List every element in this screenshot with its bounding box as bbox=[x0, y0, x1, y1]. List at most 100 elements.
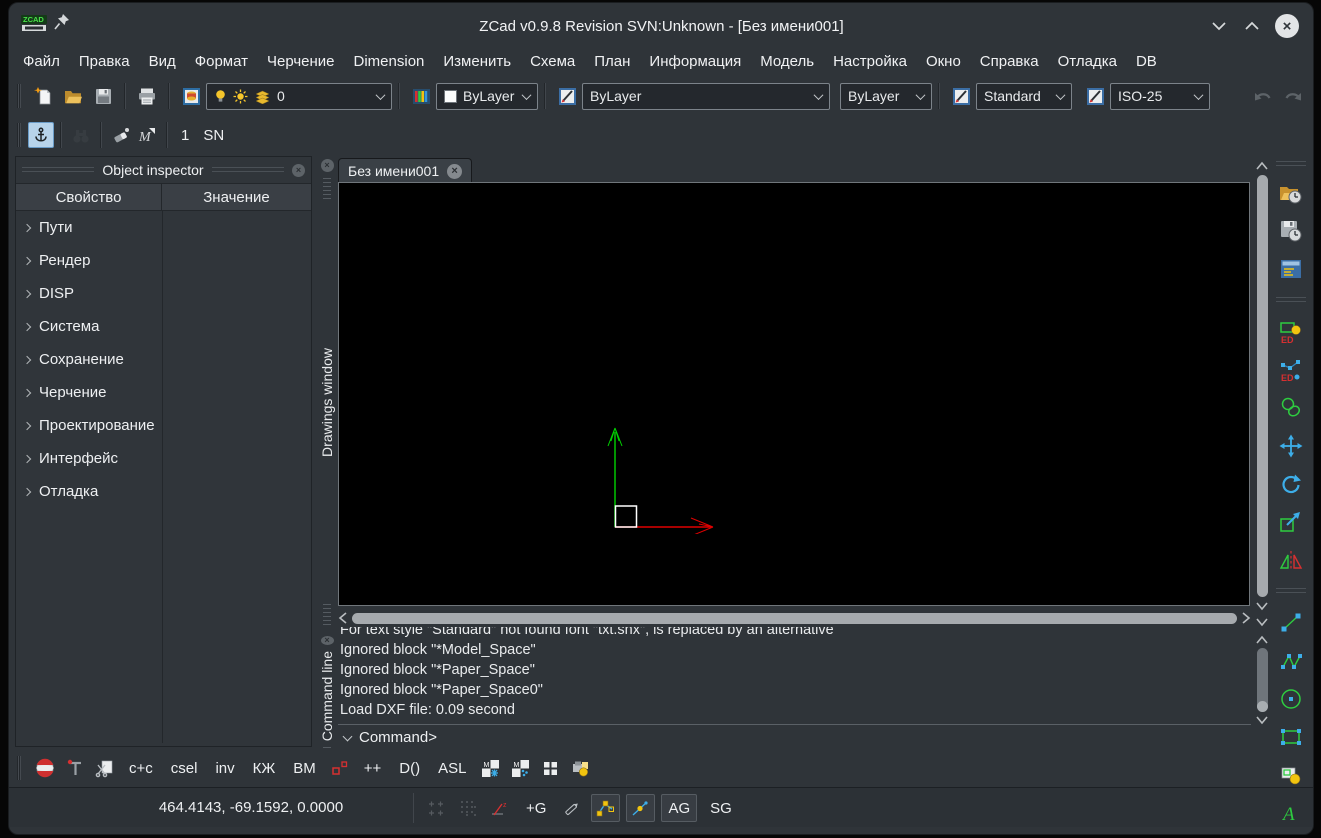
drawing-canvas[interactable] bbox=[338, 182, 1250, 606]
copy-button[interactable] bbox=[1278, 395, 1304, 421]
red-squares-button[interactable] bbox=[327, 755, 353, 781]
menu-debug[interactable]: Отладка bbox=[1058, 53, 1117, 70]
maximize-button[interactable] bbox=[1244, 21, 1260, 31]
circle-tool-button[interactable] bbox=[1278, 686, 1304, 712]
csel-button[interactable]: csel bbox=[164, 760, 205, 777]
menu-modify[interactable]: Изменить bbox=[443, 53, 511, 70]
window-props-button[interactable] bbox=[1278, 256, 1304, 282]
lineweight-combo[interactable]: ByLayer bbox=[840, 83, 932, 110]
close-icon[interactable]: × bbox=[321, 159, 334, 172]
edit-entity-button[interactable]: ED bbox=[1278, 319, 1304, 345]
tab-close-icon[interactable]: × bbox=[447, 164, 462, 179]
tree-item-render[interactable]: Рендер bbox=[16, 244, 311, 277]
checker-m-star-button[interactable]: М bbox=[477, 755, 503, 781]
angular-grid-button[interactable]: AG bbox=[661, 794, 697, 822]
grid-toggle-button[interactable]: +G bbox=[519, 800, 553, 817]
snap-grid-button[interactable]: SG bbox=[703, 800, 739, 817]
grid-dots-button[interactable] bbox=[455, 795, 481, 821]
toolbar-handle[interactable] bbox=[17, 123, 21, 147]
command-dock-strip[interactable]: × Command line bbox=[319, 633, 335, 749]
vertical-scrollbar-thumb[interactable] bbox=[1257, 175, 1268, 597]
menu-edit[interactable]: Правка bbox=[79, 53, 130, 70]
binoculars-button[interactable] bbox=[68, 122, 94, 148]
menu-help[interactable]: Справка bbox=[980, 53, 1039, 70]
anchor-button[interactable] bbox=[28, 122, 54, 148]
close-button[interactable]: × bbox=[1275, 14, 1299, 38]
toolbar-handle[interactable] bbox=[17, 756, 21, 780]
menu-db[interactable]: DB bbox=[1136, 53, 1157, 70]
menu-draw[interactable]: Черчение bbox=[267, 53, 335, 70]
print-button[interactable] bbox=[132, 81, 162, 111]
clipboard-scissors-button[interactable] bbox=[92, 755, 118, 781]
move-button[interactable] bbox=[1278, 433, 1304, 459]
tree-item-drafting[interactable]: Черчение bbox=[16, 376, 311, 409]
color-palette-button[interactable] bbox=[406, 81, 436, 111]
osnap-node-button[interactable] bbox=[591, 794, 620, 822]
grid-snap-button[interactable] bbox=[423, 795, 449, 821]
open-file-button[interactable] bbox=[58, 81, 88, 111]
osnap-near-button[interactable] bbox=[626, 794, 655, 822]
undo-button[interactable] bbox=[1248, 81, 1278, 111]
vm-button[interactable]: ВМ bbox=[286, 760, 323, 777]
command-scrollbar-thumb[interactable] bbox=[1257, 648, 1268, 712]
menu-view[interactable]: Вид bbox=[149, 53, 176, 70]
mirror-button[interactable] bbox=[1278, 547, 1304, 573]
toolbar-handle[interactable] bbox=[1276, 297, 1306, 304]
horizontal-scrollbar-thumb[interactable] bbox=[352, 613, 1237, 624]
menu-settings[interactable]: Настройка bbox=[833, 53, 907, 70]
tree-item-interface[interactable]: Интерфейс bbox=[16, 442, 311, 475]
menu-model[interactable]: Модель bbox=[760, 53, 814, 70]
scale-button[interactable] bbox=[1278, 509, 1304, 535]
text-style-combo[interactable]: Standard bbox=[976, 83, 1072, 110]
command-scrollbar[interactable] bbox=[1254, 635, 1270, 725]
toolbar-handle[interactable] bbox=[1276, 588, 1306, 595]
line-tool-button[interactable] bbox=[1278, 610, 1304, 636]
open-recent-button[interactable] bbox=[1278, 180, 1304, 206]
kzh-button[interactable]: КЖ bbox=[246, 760, 283, 777]
tree-item-saving[interactable]: Сохранение bbox=[16, 343, 311, 376]
horizontal-scrollbar[interactable] bbox=[338, 609, 1251, 627]
close-icon[interactable]: × bbox=[321, 636, 334, 645]
layer-manager-button[interactable] bbox=[176, 81, 206, 111]
draft-pencil-button[interactable] bbox=[559, 795, 585, 821]
tree-item-system[interactable]: Система bbox=[16, 310, 311, 343]
layout-number-button[interactable]: 1 bbox=[174, 127, 196, 144]
menu-dimension[interactable]: Dimension bbox=[354, 53, 425, 70]
title-bar[interactable]: ZCAD ZCad v0.9.8 Revision SVN:Unknown - … bbox=[8, 2, 1314, 46]
chevron-down-icon[interactable] bbox=[343, 731, 353, 741]
insert-block-button[interactable] bbox=[1278, 762, 1304, 788]
color-combo[interactable]: ByLayer bbox=[436, 83, 538, 110]
drawing-tab[interactable]: Без имени001 × bbox=[338, 158, 472, 183]
polyline-tool-button[interactable] bbox=[1278, 648, 1304, 674]
linetype-button[interactable] bbox=[552, 81, 582, 111]
tree-item-disp[interactable]: DISP bbox=[16, 277, 311, 310]
copy-clip-button[interactable]: c+c bbox=[122, 760, 160, 777]
toolbar-handle[interactable] bbox=[17, 84, 21, 108]
layer-combo[interactable]: 0 bbox=[206, 83, 392, 110]
asl-button[interactable]: ASL bbox=[431, 760, 473, 777]
dim-style-combo[interactable]: ISO-25 bbox=[1110, 83, 1210, 110]
rectangle-tool-button[interactable] bbox=[1278, 724, 1304, 750]
new-file-button[interactable] bbox=[28, 81, 58, 111]
autosave-button[interactable] bbox=[1278, 218, 1304, 244]
four-squares-button[interactable] bbox=[537, 755, 563, 781]
command-history[interactable]: For text style "Standard" not found font… bbox=[340, 627, 1250, 724]
drawings-dock-strip[interactable]: × Drawings window bbox=[319, 156, 335, 626]
object-inspector-header[interactable]: Object inspector × bbox=[16, 157, 311, 183]
toolbar-handle[interactable] bbox=[1276, 161, 1306, 168]
column-divider[interactable] bbox=[162, 211, 163, 743]
db-sphere-button[interactable] bbox=[32, 755, 58, 781]
sn-button[interactable]: SN bbox=[196, 127, 231, 144]
plusplus-button[interactable]: ++ bbox=[357, 760, 389, 777]
rotate-button[interactable] bbox=[1278, 471, 1304, 497]
linetype-combo[interactable]: ByLayer bbox=[582, 83, 830, 110]
command-prompt-row[interactable]: Command> bbox=[338, 724, 1251, 749]
close-icon[interactable]: × bbox=[292, 164, 305, 177]
menu-format[interactable]: Формат bbox=[195, 53, 248, 70]
tree-item-paths[interactable]: Пути bbox=[16, 211, 311, 244]
eraser-tag-button[interactable] bbox=[108, 122, 134, 148]
text-style-button[interactable] bbox=[946, 81, 976, 111]
menu-window[interactable]: Окно bbox=[926, 53, 961, 70]
vertical-scrollbar[interactable] bbox=[1254, 161, 1270, 627]
m-tag-button[interactable]: M bbox=[134, 122, 160, 148]
